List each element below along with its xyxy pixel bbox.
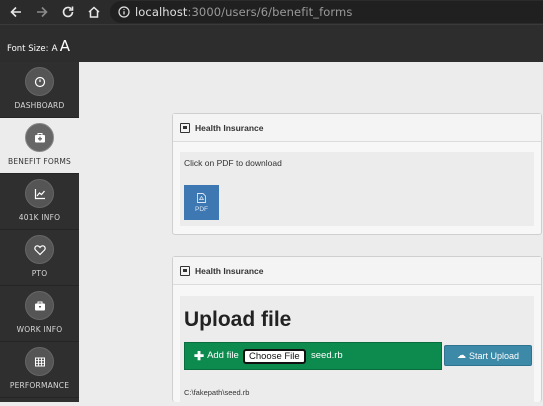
sidebar-item-benefit-forms[interactable]: BENEFIT FORMS <box>0 118 79 174</box>
id-card-icon <box>180 265 190 276</box>
medical-kit-icon <box>25 123 54 152</box>
main-content: Health Insurance Click on PDF to downloa… <box>79 62 543 406</box>
file-dropzone[interactable]: ✚ Add file Choose File seed.rb <box>184 342 442 370</box>
back-icon[interactable] <box>8 4 24 20</box>
choose-file-button[interactable]: Choose File <box>243 349 306 364</box>
address-bar[interactable]: localhost:3000/users/6/benefit_forms <box>110 1 543 23</box>
panel-header: Health Insurance <box>173 257 541 285</box>
browser-toolbar: localhost:3000/users/6/benefit_forms <box>0 0 543 24</box>
reload-icon[interactable] <box>60 4 76 20</box>
pdf-download-button[interactable]: PDF <box>184 185 219 220</box>
sidebar-item-label: DASHBOARD <box>14 101 65 110</box>
sidebar: DASHBOARD BENEFIT FORMS 401K INFO PTO WO… <box>0 62 79 402</box>
sidebar-item-performance[interactable]: PERFORMANCE <box>0 342 79 398</box>
chosen-file-name: seed.rb <box>311 350 343 361</box>
sidebar-item-label: PTO <box>31 269 48 278</box>
health-insurance-download-panel: Health Insurance Click on PDF to downloa… <box>172 113 542 235</box>
pdf-label: PDF <box>195 205 208 213</box>
url-host: localhost <box>135 5 188 19</box>
upload-title: Upload file <box>184 308 292 331</box>
url-path: :3000/users/6/benefit_forms <box>187 5 353 19</box>
heart-icon <box>25 235 54 264</box>
cloud-upload-icon: ☁ <box>456 350 466 360</box>
home-icon[interactable] <box>86 4 102 20</box>
download-instruction: Click on PDF to download <box>184 158 282 168</box>
panel-body: Click on PDF to download PDF <box>180 152 534 226</box>
panel-title: Health Insurance <box>195 122 264 133</box>
sidebar-item-dashboard[interactable]: DASHBOARD <box>0 62 79 118</box>
font-size-large-button[interactable]: A <box>60 37 70 55</box>
start-upload-label: Start Upload <box>468 350 520 361</box>
sidebar-item-label: 401K INFO <box>18 213 61 222</box>
url-text: localhost:3000/users/6/benefit_forms <box>135 5 352 19</box>
font-size-small-button[interactable]: A <box>52 44 58 54</box>
info-icon[interactable] <box>118 6 130 18</box>
add-file-button[interactable]: ✚ Add file <box>194 348 239 363</box>
sidebar-item-label: PERFORMANCE <box>9 381 70 390</box>
sidebar-item-work-info[interactable]: WORK INFO <box>0 286 79 342</box>
start-upload-button[interactable]: ☁ Start Upload <box>444 345 532 366</box>
table-icon <box>25 347 54 376</box>
plus-icon: ✚ <box>194 348 205 363</box>
sidebar-item-label: WORK INFO <box>16 325 63 334</box>
app-header: Font Size: A A <box>0 24 543 62</box>
sidebar-item-pto[interactable]: PTO <box>0 230 79 286</box>
dashboard-icon <box>25 67 54 96</box>
id-card-icon <box>180 122 190 133</box>
health-insurance-upload-panel: Health Insurance Upload file ✚ Add file … <box>172 256 542 406</box>
font-size-label: Font Size: <box>7 44 49 54</box>
briefcase-icon <box>25 291 54 320</box>
chart-icon <box>25 179 54 208</box>
font-size-control: Font Size: A A <box>7 37 70 55</box>
panel-header: Health Insurance <box>173 114 541 142</box>
add-file-label: Add file <box>207 350 239 361</box>
sidebar-item-401k-info[interactable]: 401K INFO <box>0 174 79 230</box>
selected-file-path: C:\fakepath\seed.rb <box>184 388 250 397</box>
pdf-file-icon <box>197 192 206 203</box>
forward-icon[interactable] <box>34 4 50 20</box>
panel-body: Upload file ✚ Add file Choose File seed.… <box>180 296 534 406</box>
sidebar-item-label: BENEFIT FORMS <box>8 157 71 166</box>
panel-title: Health Insurance <box>195 265 264 276</box>
